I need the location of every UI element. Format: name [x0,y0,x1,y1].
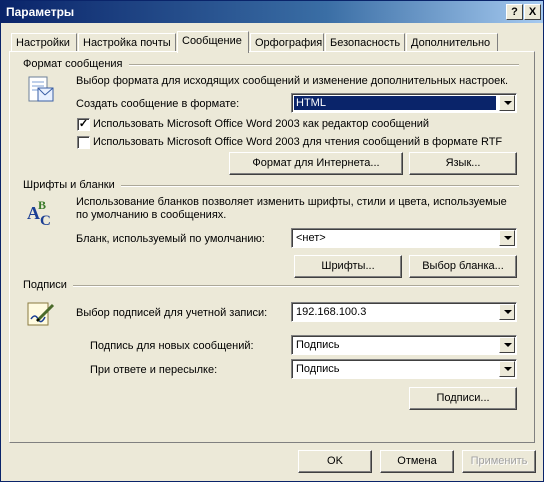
new-message-signature-label: Подпись для новых сообщений: [90,340,254,352]
cancel-button[interactable]: Отмена [380,450,454,473]
svg-text:B: B [38,198,46,212]
help-button[interactable]: ? [506,4,523,20]
create-format-value: HTML [294,96,496,110]
reply-signature-select[interactable]: Подпись [291,359,517,379]
create-format-label: Создать сообщение в формате: [76,98,240,110]
tab-message[interactable]: Сообщение [177,31,249,53]
chevron-down-icon[interactable] [499,337,515,353]
ok-button[interactable]: OK [298,450,372,473]
fonts-button[interactable]: Шрифты... [294,255,402,278]
fonts-section-title: Шрифты и бланки [23,179,115,191]
format-section-divider [129,64,519,66]
signatures-button[interactable]: Подписи... [409,387,517,410]
reply-signature-label: При ответе и пересылке: [90,364,218,376]
account-value: 192.168.100.3 [296,306,367,318]
word-rtf-label: Использовать Microsoft Office Word 2003 … [93,136,503,148]
fonts-description-line2: по умолчанию в сообщениях. [76,209,227,221]
fonts-section-divider [121,185,519,187]
format-section-title: Формат сообщения [23,58,123,70]
tab-settings[interactable]: Настройки [11,33,77,52]
account-select[interactable]: 192.168.100.3 [291,302,517,322]
signatures-section-divider [73,285,519,287]
close-button[interactable]: X [524,4,541,20]
new-message-signature-value: Подпись [296,339,340,351]
chevron-down-icon[interactable] [499,230,515,246]
default-stationery-select[interactable]: <нет> [291,228,517,248]
chevron-down-icon[interactable] [499,304,515,320]
signature-icon [27,302,55,326]
svg-text:C: C [40,213,51,229]
tab-security[interactable]: Безопасность [325,33,405,52]
fonts-description-line1: Использование бланков позволяет изменить… [76,196,507,208]
options-dialog: Параметры ? X Настройки Настройка почты … [0,0,544,482]
signatures-section-title: Подписи [23,279,67,291]
internet-format-button[interactable]: Формат для Интернета... [229,152,403,175]
default-stationery-value: <нет> [296,232,326,244]
apply-button[interactable]: Применить [462,450,536,473]
tab-spelling[interactable]: Орфография [250,33,324,52]
chevron-down-icon[interactable] [499,95,515,111]
tab-mail-setup[interactable]: Настройка почты [78,33,176,52]
reply-signature-value: Подпись [296,363,340,375]
default-stationery-label: Бланк, используемый по умолчанию: [76,233,265,245]
tab-advanced[interactable]: Дополнительно [406,33,498,52]
account-signatures-label: Выбор подписей для учетной записи: [76,307,268,319]
fonts-stationery-icon: A B C [27,198,51,229]
chevron-down-icon[interactable] [499,361,515,377]
language-button[interactable]: Язык... [409,152,517,175]
word-editor-checkbox[interactable]: ✓ [77,118,90,131]
create-format-select[interactable]: HTML [291,93,517,113]
format-description: Выбор формата для исходящих сообщений и … [76,75,509,87]
word-editor-label: Использовать Microsoft Office Word 2003 … [93,118,430,130]
message-format-icon [28,76,54,102]
choose-stationery-button[interactable]: Выбор бланка... [409,255,517,278]
title-bar[interactable]: Параметры [1,1,543,23]
word-rtf-checkbox[interactable] [77,136,90,149]
new-message-signature-select[interactable]: Подпись [291,335,517,355]
window-title: Параметры [6,5,75,19]
